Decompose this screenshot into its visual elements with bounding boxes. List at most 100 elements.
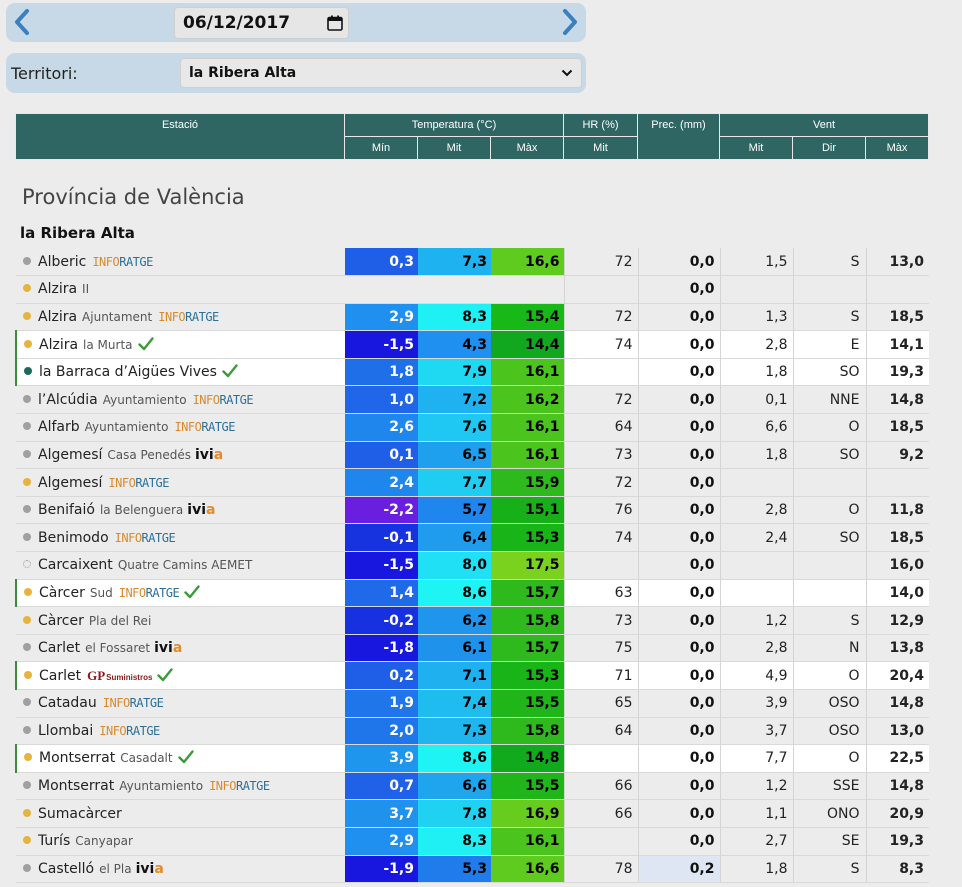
table-row[interactable]: l’Alcúdia Ayuntamiento INFORATGE 1,0 7,2 16,2… <box>16 385 929 415</box>
station-cell[interactable]: Carlet el Fossaret ivia <box>16 634 345 663</box>
temp-max-cell: 15,7 <box>491 579 564 608</box>
station-name[interactable]: la Barraca d’Aigües Vives <box>39 364 217 380</box>
table-row[interactable]: Carlet GPSuministros 0,2 7,1 15,3 71 0,0 4,9 O 20… <box>15 661 929 690</box>
chevron-left-icon <box>15 9 29 35</box>
inforatge-logo: INFORATGE <box>99 723 160 738</box>
station-cell[interactable]: la Barraca d’Aigües Vives <box>15 358 345 387</box>
station-cell[interactable]: Càrcer Sud INFORATGE <box>15 579 345 608</box>
station-cell[interactable]: Turís Canyapar <box>16 827 345 856</box>
table-row[interactable]: Montserrat Ayuntamiento INFORATGE 0,7 6,6 15,… <box>16 772 929 801</box>
temp-min-cell: 1,9 <box>345 689 418 718</box>
comarca-title: la Ribera Alta <box>20 224 135 242</box>
station-cell[interactable]: Montserrat Casadalt <box>15 744 345 773</box>
table-row[interactable]: Alzira Ajuntament INFORATGE 2,9 8,3 15,4 72 0,0… <box>16 303 929 332</box>
station-name[interactable]: Algemesí <box>38 447 102 463</box>
station-location: Sud <box>89 585 113 600</box>
station-cell[interactable]: Carlet GPSuministros <box>15 661 345 690</box>
station-name[interactable]: Càrcer <box>38 613 84 629</box>
wind-mean-cell: 3,7 <box>719 717 793 746</box>
station-cell[interactable]: Alzira Ajuntament INFORATGE <box>16 303 345 332</box>
wind-mean-cell: 0,1 <box>719 385 793 415</box>
table-row[interactable]: Algemesí INFORATGE 2,4 7,7 15,9 72 0,0 <box>16 468 929 497</box>
status-dot-icon <box>23 698 31 707</box>
station-name[interactable]: Turís <box>38 833 70 849</box>
station-cell[interactable]: Montserrat Ayuntamiento INFORATGE <box>16 772 345 801</box>
station-name[interactable]: Carlet <box>38 640 80 656</box>
station-cell[interactable]: Alfarb Ayuntamiento INFORATGE <box>16 413 345 442</box>
table-row[interactable]: la Barraca d’Aigües Vives 1,8 7,9 16,1 0,0 1,… <box>15 358 929 387</box>
table-row[interactable]: Castelló el Pla ivia -1,9 5,3 16,6 78 0,2 1,8 S 8,… <box>16 855 929 884</box>
status-dot-icon <box>23 284 31 293</box>
station-cell[interactable]: Castelló el Pla ivia <box>16 855 345 884</box>
temp-min-cell: 1,8 <box>345 358 418 387</box>
station-cell[interactable]: Carcaixent Quatre Camins AEMET <box>16 551 345 580</box>
table-row[interactable]: Sumacàrcer 3,7 7,8 16,9 66 0,0 1,1 ONO 20,9 <box>16 799 929 828</box>
station-name[interactable]: Alzira <box>39 337 78 353</box>
station-name[interactable]: Benimodo <box>38 530 109 546</box>
table-row[interactable]: Llombai INFORATGE 2,0 7,3 15,8 64 0,0 3,7 OSO 13,… <box>16 717 929 746</box>
territory-select[interactable]: la Ribera Alta <box>180 58 582 88</box>
station-name[interactable]: Catadau <box>38 695 97 711</box>
station-name[interactable]: Alzira <box>38 309 77 325</box>
precipitation-cell: 0,0 <box>637 772 720 801</box>
station-cell[interactable]: Alberic INFORATGE <box>16 248 345 277</box>
territory-selected-value: la Ribera Alta <box>189 65 297 81</box>
station-name[interactable]: Carcaixent <box>38 557 113 573</box>
inforatge-logo: INFORATGE <box>192 392 254 407</box>
table-row[interactable]: Alberic INFORATGE 0,3 7,3 16,6 72 0,0 1,5 S 13,0 <box>16 248 929 277</box>
table-row[interactable]: Catadau INFORATGE 1,9 7,4 15,5 65 0,0 3,9 OSO 14,… <box>16 689 929 718</box>
status-dot-icon <box>23 808 31 817</box>
station-name[interactable]: Castelló <box>38 861 94 877</box>
wind-mean-cell: 2,8 <box>719 330 793 359</box>
temp-mit-cell: 6,6 <box>418 772 491 801</box>
table-row[interactable]: Carcaixent Quatre Camins AEMET -1,5 8,0 17,5… <box>16 551 929 580</box>
humidity-cell: 64 <box>563 717 638 746</box>
table-row[interactable]: Alzira II 0,0 <box>16 275 929 304</box>
station-cell[interactable]: Benimodo INFORATGE <box>16 523 345 553</box>
station-name[interactable]: Alberic <box>38 254 86 270</box>
table-row[interactable]: Benimodo INFORATGE -0,1 6,4 15,3 74 0,0 2,4 SO 18… <box>16 523 929 553</box>
wind-direction-cell: S <box>792 606 866 635</box>
station-cell[interactable]: Càrcer Pla del Rei <box>16 606 345 635</box>
table-row[interactable]: Algemesí Casa Penedés ivia 0,1 6,5 16,1 73 0,0 1… <box>16 441 929 470</box>
header-temp-mit: Mit <box>417 136 491 160</box>
station-cell[interactable]: Algemesí Casa Penedés ivia <box>16 441 345 470</box>
temp-min-cell: 2,0 <box>345 717 418 746</box>
temp-max-cell: 16,1 <box>491 413 564 442</box>
next-day-button[interactable] <box>554 7 584 37</box>
date-input[interactable]: 06/12/2017 <box>174 7 349 39</box>
table-row[interactable]: Càrcer Pla del Rei -0,2 6,2 15,8 73 0,0 1,2 S 12,… <box>16 606 929 635</box>
station-cell[interactable]: Sumacàrcer <box>16 799 345 828</box>
humidity-cell: 72 <box>563 303 638 332</box>
temp-min-cell: -2,2 <box>345 496 418 525</box>
station-name[interactable]: l’Alcúdia <box>38 392 98 408</box>
station-name[interactable]: Algemesí <box>38 475 102 491</box>
table-row[interactable]: Alzira la Murta -1,5 4,3 14,4 74 0,0 2,8 E 14,1 <box>15 330 929 359</box>
station-cell[interactable]: Benifaió la Belenguera ivia <box>16 496 345 525</box>
station-name[interactable]: Sumacàrcer <box>38 806 122 822</box>
station-name[interactable]: Càrcer <box>39 585 85 601</box>
station-cell[interactable]: Catadau INFORATGE <box>16 689 345 718</box>
calendar-icon[interactable] <box>327 15 343 31</box>
station-cell[interactable]: Alzira la Murta <box>15 330 345 359</box>
station-cell[interactable]: Algemesí INFORATGE <box>16 468 345 497</box>
previous-day-button[interactable] <box>8 7 38 37</box>
table-row[interactable]: Benifaió la Belenguera ivia -2,2 5,7 15,1 76 0,… <box>16 496 929 525</box>
table-row[interactable]: Càrcer Sud INFORATGE 1,4 8,6 15,7 63 0,0 14,0 <box>15 579 929 608</box>
station-name[interactable]: Carlet <box>39 668 81 684</box>
station-name[interactable]: Llombai <box>38 723 93 739</box>
table-row[interactable]: Montserrat Casadalt 3,9 8,6 14,8 0,0 7,7 O 22,5 <box>15 744 929 773</box>
station-cell[interactable]: l’Alcúdia Ayuntamiento INFORATGE <box>16 385 345 415</box>
table-row[interactable]: Alfarb Ayuntamiento INFORATGE 2,6 7,6 16,1 64 0… <box>16 413 929 442</box>
station-cell[interactable]: Llombai INFORATGE <box>16 717 345 746</box>
humidity-cell: 66 <box>563 799 638 828</box>
station-name[interactable]: Benifaió <box>38 502 95 518</box>
station-name[interactable]: Alfarb <box>38 419 80 435</box>
station-name[interactable]: Alzira <box>38 281 77 297</box>
station-cell[interactable]: Alzira II <box>16 275 345 304</box>
temp-mit-cell: 7,1 <box>418 661 491 690</box>
table-row[interactable]: Carlet el Fossaret ivia -1,8 6,1 15,7 75 0,0 2,8… <box>16 634 929 663</box>
station-name[interactable]: Montserrat <box>39 750 115 766</box>
table-row[interactable]: Turís Canyapar 2,9 8,3 16,1 0,0 2,7 SE 19,3 <box>16 827 929 856</box>
station-name[interactable]: Montserrat <box>38 778 114 794</box>
